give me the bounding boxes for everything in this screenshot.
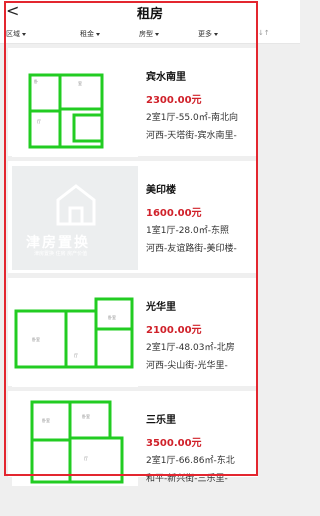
filter-room-type[interactable]: 房型 — [139, 29, 159, 39]
svg-text:厅: 厅 — [74, 353, 78, 358]
floorplan-image: 卧 室厅 — [12, 53, 138, 157]
svg-text:卧: 卧 — [34, 78, 38, 84]
filter-rent[interactable]: 租金 — [80, 29, 100, 39]
listing-name: 光华里 — [146, 302, 176, 313]
svg-text:室: 室 — [78, 80, 82, 86]
caret-down-icon — [96, 32, 100, 36]
listing-name: 三乐里 — [146, 415, 176, 426]
caret-down-icon — [22, 32, 26, 36]
sort-icon[interactable]: ↓↑ — [258, 29, 270, 37]
svg-text:卧室: 卧室 — [42, 417, 50, 423]
app-screen: < 租房 区域 租金 房型 更多 ↓↑ 卧室厅 宾水南里 2300.00元 2室… — [0, 0, 300, 516]
placeholder-image: 津房置换 津房置换 住房 房产价值 — [12, 166, 138, 270]
listing-name: 宾水南里 — [146, 72, 186, 83]
filter-bar: 区域 租金 房型 更多 ↓↑ — [0, 24, 300, 44]
house-logo-icon — [56, 184, 96, 226]
page-title: 租房 — [136, 7, 163, 22]
listing-location: 和平-新兴街-三乐里- — [146, 474, 228, 484]
filter-more[interactable]: 更多 — [198, 29, 218, 39]
listing-location: 河西-尖山街-光华里- — [146, 361, 228, 371]
svg-text:厅: 厅 — [84, 456, 88, 461]
listing-card[interactable]: 卧 室厅 宾水南里 2300.00元 2室1厅-55.0㎡-南北向 河西-天塔街-… — [8, 48, 258, 157]
brand-subtitle: 津房置换 住房 房产价值 — [34, 251, 88, 257]
filter-area[interactable]: 区域 — [6, 29, 26, 39]
caret-down-icon — [214, 32, 218, 36]
listing-card[interactable]: 津房置换 津房置换 住房 房产价值 美印楼 1600.00元 1室1厅-28.0… — [8, 161, 258, 273]
brand-watermark: 津房置换 — [26, 235, 90, 251]
listing-spec: 2室1厅-55.0㎡-南北向 — [146, 113, 238, 123]
listing-location: 河西-友谊路街-美印楼- — [146, 244, 237, 254]
svg-text:卧室: 卧室 — [82, 413, 90, 419]
floorplan-image: 卧室 卧室厅 — [12, 396, 138, 486]
listing-price: 3500.00元 — [146, 438, 202, 449]
listing-price: 2100.00元 — [146, 325, 202, 336]
listing-spec: 2室1厅-66.86㎡-东北 — [146, 456, 235, 466]
listing-name: 美印楼 — [146, 185, 176, 196]
listing-price: 2300.00元 — [146, 95, 202, 106]
caret-down-icon — [155, 32, 159, 36]
svg-text:卧室: 卧室 — [108, 314, 116, 320]
svg-text:卧室: 卧室 — [32, 336, 40, 342]
listing-card[interactable]: 卧室厅 卧室 光华里 2100.00元 2室1厅-48.03㎡-北房 河西-尖山街… — [8, 278, 258, 387]
svg-text:厅: 厅 — [37, 119, 41, 124]
listing-spec: 2室1厅-48.03㎡-北房 — [146, 343, 235, 353]
listing-price: 1600.00元 — [146, 208, 202, 219]
listing-location: 河西-天塔街-宾水南里- — [146, 131, 237, 141]
floorplan-image: 卧室厅 卧室 — [12, 283, 138, 387]
top-bar: < 租房 — [0, 0, 300, 24]
listing-spec: 1室1厅-28.0㎡-东照 — [146, 226, 229, 236]
listing-card[interactable]: 卧室 卧室厅 三乐里 3500.00元 2室1厅-66.86㎡-东北 和平-新兴街… — [8, 391, 258, 486]
